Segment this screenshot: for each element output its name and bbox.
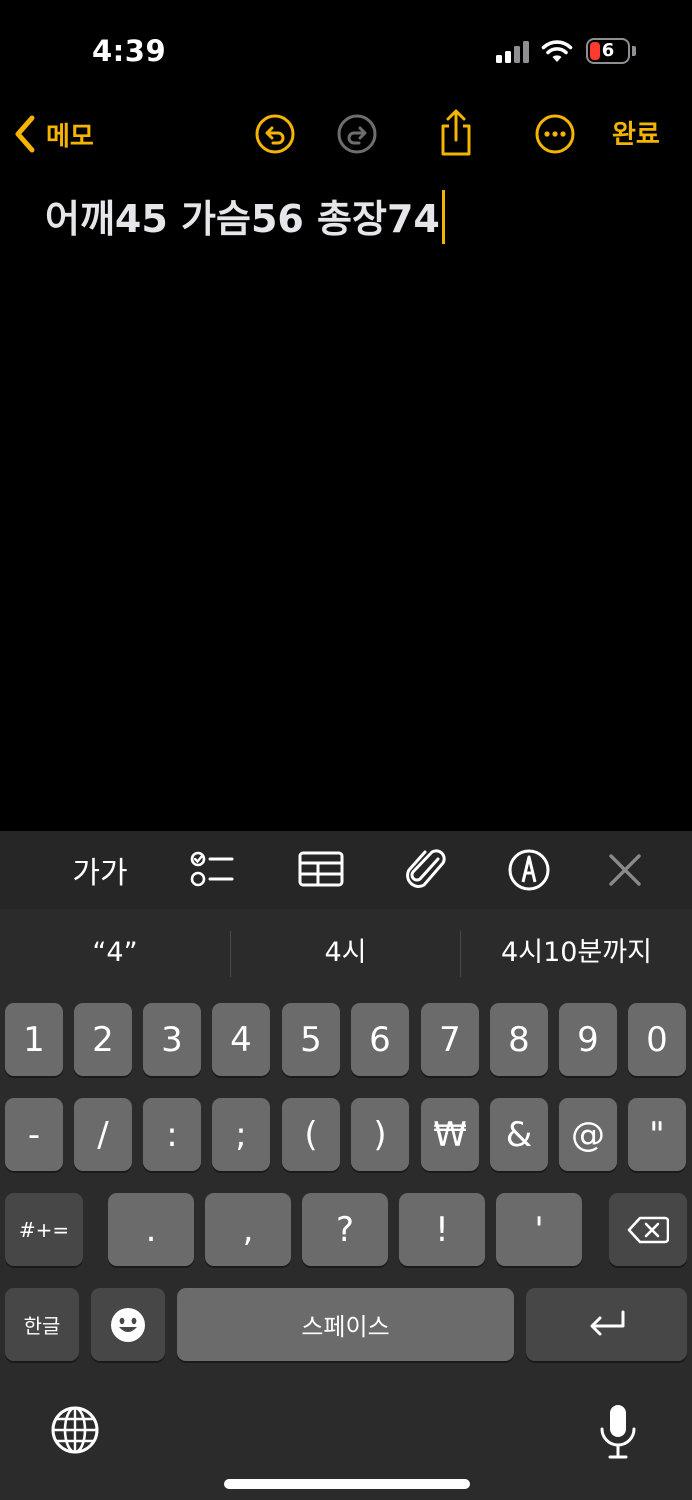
key-ampersand[interactable]: &	[490, 1098, 548, 1171]
key-label: /	[97, 1114, 109, 1155]
key-label: "	[649, 1114, 665, 1155]
text-cursor	[441, 190, 445, 244]
key-8[interactable]: 8	[490, 1003, 548, 1076]
predictive-bar: “4” 4시 4시10분까지	[0, 909, 692, 997]
checklist-icon[interactable]	[186, 845, 236, 895]
key-open-paren[interactable]: (	[282, 1098, 340, 1171]
key-at[interactable]: @	[559, 1098, 617, 1171]
format-toolbar: 가가	[0, 831, 692, 909]
key-1[interactable]: 1	[5, 1003, 63, 1076]
key-question[interactable]: ?	[302, 1193, 388, 1266]
status-time: 4:39	[92, 34, 167, 68]
undo-icon[interactable]	[253, 112, 297, 156]
suggestion-1[interactable]: “4”	[0, 909, 230, 997]
key-slash[interactable]: /	[74, 1098, 132, 1171]
battery-icon: 6	[586, 38, 630, 64]
key-label: 5	[300, 1019, 322, 1060]
key-label: 한글	[23, 1314, 61, 1338]
key-label: 1	[23, 1019, 45, 1060]
done-button[interactable]: 완료	[612, 114, 660, 151]
suggestion-3[interactable]: 4시10분까지	[461, 909, 692, 997]
key-9[interactable]: 9	[559, 1003, 617, 1076]
key-0[interactable]: 0	[628, 1003, 686, 1076]
key-label: 9	[577, 1019, 599, 1060]
key-7[interactable]: 7	[421, 1003, 479, 1076]
backspace-icon	[627, 1216, 669, 1243]
text-format-label: 가가	[72, 856, 128, 891]
key-semicolon[interactable]: ;	[212, 1098, 270, 1171]
key-label: !	[435, 1209, 449, 1250]
key-4[interactable]: 4	[212, 1003, 270, 1076]
return-key[interactable]	[526, 1288, 687, 1361]
space-key[interactable]: 스페이스	[177, 1288, 514, 1361]
key-label: '	[534, 1209, 544, 1250]
key-label: 0	[646, 1019, 668, 1060]
key-label: 6	[369, 1019, 391, 1060]
key-label: 8	[508, 1019, 530, 1060]
key-label: 4	[230, 1019, 252, 1060]
key-label: ?	[335, 1209, 355, 1250]
suggestion-2[interactable]: 4시	[231, 909, 460, 997]
key-label: #+=	[18, 1217, 70, 1242]
key-5[interactable]: 5	[282, 1003, 340, 1076]
key-apostrophe[interactable]: '	[496, 1193, 582, 1266]
key-exclamation[interactable]: !	[399, 1193, 485, 1266]
key-label: :	[166, 1114, 178, 1155]
markup-pen-icon[interactable]	[504, 845, 554, 895]
battery-level: 6	[601, 40, 615, 61]
key-colon[interactable]: :	[143, 1098, 201, 1171]
close-toolbar-icon[interactable]	[600, 845, 650, 895]
language-key[interactable]: 한글	[5, 1288, 79, 1361]
home-indicator[interactable]	[224, 1479, 470, 1489]
share-icon[interactable]	[434, 108, 478, 158]
key-2[interactable]: 2	[74, 1003, 132, 1076]
table-icon[interactable]	[296, 845, 346, 895]
text-format-button[interactable]: 가가	[72, 845, 128, 895]
symbols-mode-key[interactable]: #+=	[5, 1193, 83, 1266]
key-quote[interactable]: "	[628, 1098, 686, 1171]
globe-icon[interactable]	[50, 1405, 100, 1455]
emoji-key[interactable]	[91, 1288, 165, 1361]
microphone-icon[interactable]	[598, 1403, 638, 1461]
battery-cap	[632, 46, 636, 56]
key-close-paren[interactable]: )	[351, 1098, 409, 1171]
chevron-left-icon	[15, 115, 35, 153]
key-won[interactable]: ₩	[421, 1098, 479, 1171]
key-comma[interactable]: ,	[205, 1193, 291, 1266]
back-button-label: 메모	[46, 121, 94, 152]
return-icon	[590, 1310, 624, 1335]
key-label: -	[27, 1114, 41, 1155]
redo-icon[interactable]	[335, 112, 379, 156]
key-6[interactable]: 6	[351, 1003, 409, 1076]
key-label: 7	[439, 1019, 461, 1060]
back-button[interactable]: 메모	[14, 113, 94, 155]
key-label: ₩	[433, 1114, 467, 1155]
more-options-icon[interactable]	[533, 112, 577, 156]
notes-nav-bar: 메모 완료	[0, 100, 692, 170]
cellular-signal-icon	[496, 41, 530, 63]
key-label: &	[505, 1114, 533, 1155]
note-text: 어깨45 가슴56 총장74	[45, 197, 440, 241]
emoji-icon	[111, 1307, 145, 1342]
attachment-icon[interactable]	[402, 845, 452, 895]
key-label: 2	[92, 1019, 114, 1060]
key-3[interactable]: 3	[143, 1003, 201, 1076]
key-period[interactable]: .	[108, 1193, 194, 1266]
key-label: (	[304, 1114, 318, 1155]
key-label: @	[571, 1114, 605, 1155]
wifi-icon	[541, 40, 573, 62]
key-label: 스페이스	[301, 1313, 390, 1341]
delete-key[interactable]	[609, 1193, 687, 1266]
key-label: )	[373, 1114, 387, 1155]
status-bar: 4:39 6	[0, 0, 692, 100]
key-hyphen[interactable]: -	[5, 1098, 63, 1171]
key-label: ,	[242, 1209, 254, 1250]
keyboard: “4” 4시 4시10분까지 1 2 3 4 5 6 7 8 9 0 - / :…	[0, 909, 692, 1500]
key-label: .	[145, 1209, 157, 1250]
key-label: 3	[161, 1019, 183, 1060]
key-label: ;	[235, 1114, 247, 1155]
note-body[interactable]: 어깨45 가슴56 총장74	[45, 188, 445, 244]
